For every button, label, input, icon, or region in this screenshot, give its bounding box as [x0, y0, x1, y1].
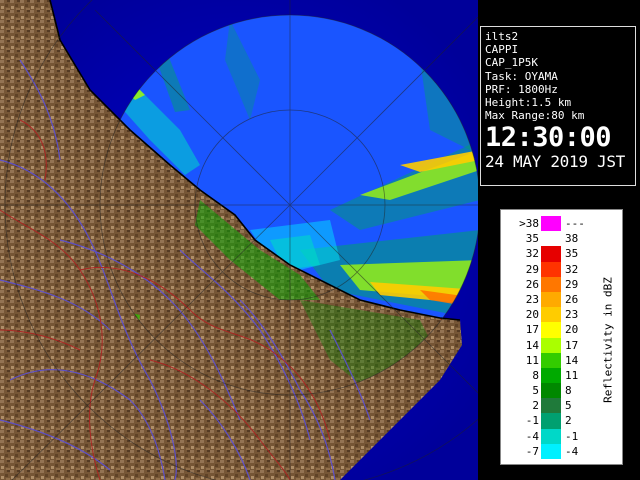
- legend-upper-bound: 20: [565, 323, 579, 337]
- legend-color-swatch: [541, 398, 561, 414]
- legend-upper-bound: 2: [565, 414, 572, 428]
- legend-color-swatch: [541, 291, 561, 308]
- legend-row: 20 23: [505, 307, 599, 323]
- legend-upper-bound: 14: [565, 353, 579, 367]
- legend-lower-bound: 5: [532, 384, 539, 398]
- legend-upper-bound: 8: [565, 384, 572, 398]
- legend-color-swatch: [541, 352, 561, 368]
- legend-row: >38 ---: [505, 216, 599, 232]
- legend-row: 17 20: [505, 322, 599, 338]
- product-type: CAPPI: [485, 43, 519, 57]
- legend-row: 58: [505, 383, 599, 399]
- legend-upper-bound: 17: [565, 338, 579, 352]
- legend-color-swatch: [541, 322, 561, 338]
- legend-lower-bound: 2: [532, 399, 539, 413]
- prf-value: PRF: 1800Hz: [485, 82, 558, 96]
- height-value: Height:1.5 km: [485, 96, 572, 110]
- legend-lower-bound: 29: [525, 262, 539, 276]
- observation-time: 12:30:00: [485, 122, 612, 154]
- legend-upper-bound: 32: [565, 262, 579, 276]
- legend-color-swatch: [541, 428, 561, 444]
- legend-unit-text: Reflectivity in dBZ: [601, 277, 615, 403]
- legend-lower-bound: 35: [525, 232, 539, 246]
- legend-upper-bound: ---: [565, 217, 585, 230]
- legend-upper-bound: 38: [565, 232, 579, 246]
- legend-row: -1 2: [505, 413, 599, 429]
- legend-lower-bound: 23: [525, 292, 539, 306]
- station-code: ilts2: [485, 30, 519, 43]
- legend-upper-bound: 5: [565, 399, 572, 413]
- legend-row: 8 11: [505, 367, 599, 384]
- legend-row: 14 17: [505, 337, 599, 353]
- legend-color-swatch: [541, 367, 561, 384]
- reflectivity-legend: >38 --- 35 38 32 35 29 32 26 29 23 26 20 23 17 20 14 17 11…: [500, 209, 623, 465]
- legend-color-swatch: [541, 276, 561, 292]
- legend-color-swatch: [541, 261, 561, 277]
- legend-row: 29 32: [505, 261, 599, 277]
- legend-rows: >38 --- 35 38 32 35 29 32 26 29 23 26 20 23 17 20 14 17 11…: [505, 216, 599, 459]
- radar-map: [0, 0, 478, 480]
- legend-lower-bound: 8: [532, 368, 539, 382]
- legend-color-swatch: [541, 337, 561, 353]
- legend-upper-bound: 29: [565, 277, 579, 291]
- legend-color-swatch: [541, 443, 561, 459]
- legend-color-swatch: [541, 383, 561, 399]
- legend-row: 23 26: [505, 291, 599, 308]
- observation-date: 24 MAY 2019 JST: [485, 152, 625, 172]
- legend-row: -7 -4: [505, 443, 599, 459]
- legend-lower-bound: -4: [525, 429, 539, 443]
- legend-lower-bound: >38: [519, 217, 539, 230]
- legend-upper-bound: -1: [565, 429, 579, 443]
- legend-row: 25: [505, 398, 599, 414]
- legend-row: 11 14: [505, 352, 599, 368]
- legend-lower-bound: 32: [525, 247, 539, 261]
- legend-upper-bound: 26: [565, 292, 579, 306]
- legend-lower-bound: -7: [525, 444, 539, 458]
- legend-lower-bound: 26: [525, 277, 539, 291]
- legend-lower-bound: 20: [525, 308, 539, 322]
- legend-color-swatch: [541, 413, 561, 429]
- task-name: Task: OYAMA: [485, 69, 558, 83]
- legend-upper-bound: 11: [565, 368, 579, 382]
- legend-unit-label: Reflectivity in dBZ: [601, 265, 615, 415]
- legend-upper-bound: -4: [565, 444, 579, 458]
- legend-row: 32 35: [505, 246, 599, 262]
- legend-color-swatch: [541, 307, 561, 323]
- legend-color-swatch: [541, 216, 561, 232]
- legend-color-swatch: [541, 246, 561, 262]
- legend-lower-bound: -1: [525, 414, 539, 428]
- info-panel: ilts2 CAPPI CAP_1P5K Task: OYAMA PRF: 18…: [480, 26, 636, 186]
- max-range-value: Max Range:80 km: [485, 109, 585, 123]
- product-code: CAP_1P5K: [485, 56, 538, 70]
- legend-color-swatch: [541, 231, 561, 247]
- legend-lower-bound: 14: [525, 338, 539, 352]
- legend-upper-bound: 35: [565, 247, 579, 261]
- legend-row: 35 38: [505, 231, 599, 247]
- legend-lower-bound: 11: [525, 353, 539, 367]
- legend-row: 26 29: [505, 276, 599, 292]
- legend-lower-bound: 17: [525, 323, 539, 337]
- legend-row: -4 -1: [505, 428, 599, 444]
- legend-upper-bound: 23: [565, 308, 579, 322]
